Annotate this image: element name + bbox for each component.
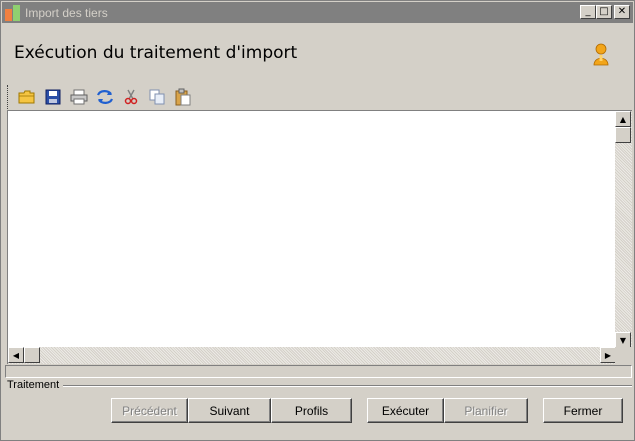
log-editor[interactable]: ▲ ▼ ◀ ▶ xyxy=(7,110,632,364)
window-controls: _ □ ✕ xyxy=(580,5,630,19)
close-button[interactable]: Fermer xyxy=(543,398,623,423)
group-label: Traitement xyxy=(7,379,60,391)
arrow-up-icon: ▲ xyxy=(619,114,627,124)
close-window-button[interactable]: ✕ xyxy=(614,5,630,19)
paste-button[interactable] xyxy=(172,86,194,108)
open-button[interactable] xyxy=(16,86,38,108)
arrow-left-icon: ◀ xyxy=(12,350,20,360)
previous-button[interactable]: Précédent xyxy=(111,398,188,423)
horizontal-scroll-thumb[interactable] xyxy=(24,347,40,363)
maximize-icon: □ xyxy=(599,6,609,17)
save-button[interactable] xyxy=(42,86,64,108)
save-icon xyxy=(45,89,61,105)
window-title: Import des tiers xyxy=(25,5,108,20)
minimize-button[interactable]: _ xyxy=(580,5,596,19)
copy-button[interactable] xyxy=(146,86,168,108)
group-divider xyxy=(63,385,632,387)
minimize-icon: _ xyxy=(585,6,591,17)
import-window: Import des tiers _ □ ✕ Exécution du trai… xyxy=(0,0,635,441)
vertical-scrollbar[interactable]: ▲ ▼ xyxy=(615,111,632,348)
scroll-up-button[interactable]: ▲ xyxy=(615,111,631,127)
print-button[interactable] xyxy=(68,86,90,108)
close-icon: ✕ xyxy=(617,6,627,17)
app-icon xyxy=(5,4,21,21)
title-bar[interactable]: Import des tiers _ □ ✕ xyxy=(2,2,633,23)
scroll-right-button[interactable]: ▶ xyxy=(600,347,616,363)
horizontal-scrollbar[interactable]: ◀ ▶ xyxy=(8,347,616,364)
maximize-button[interactable]: □ xyxy=(596,5,612,19)
schedule-button[interactable]: Planifier xyxy=(444,398,528,423)
execute-button[interactable]: Exécuter xyxy=(367,398,444,423)
vertical-scroll-thumb[interactable] xyxy=(615,127,631,143)
profiles-button[interactable]: Profils xyxy=(271,398,352,423)
copy-icon xyxy=(149,89,165,105)
scroll-left-button[interactable]: ◀ xyxy=(8,347,24,363)
next-button[interactable]: Suivant xyxy=(188,398,271,423)
cut-icon xyxy=(124,89,138,105)
cut-button[interactable] xyxy=(120,86,142,108)
arrow-down-icon: ▼ xyxy=(619,335,627,345)
print-icon xyxy=(70,89,88,105)
scroll-down-button[interactable]: ▼ xyxy=(615,332,631,348)
user-icon xyxy=(593,43,609,66)
paste-icon xyxy=(175,88,191,106)
refresh-icon xyxy=(96,90,114,104)
scrollbar-corner xyxy=(615,347,632,364)
refresh-button[interactable] xyxy=(94,86,116,108)
arrow-right-icon: ▶ xyxy=(604,350,612,360)
progress-bar xyxy=(5,365,632,378)
toolbar-grip[interactable] xyxy=(7,85,10,109)
page-title: Exécution du traitement d'import xyxy=(14,43,298,63)
toolbar xyxy=(7,85,198,109)
open-folder-icon xyxy=(18,90,35,104)
